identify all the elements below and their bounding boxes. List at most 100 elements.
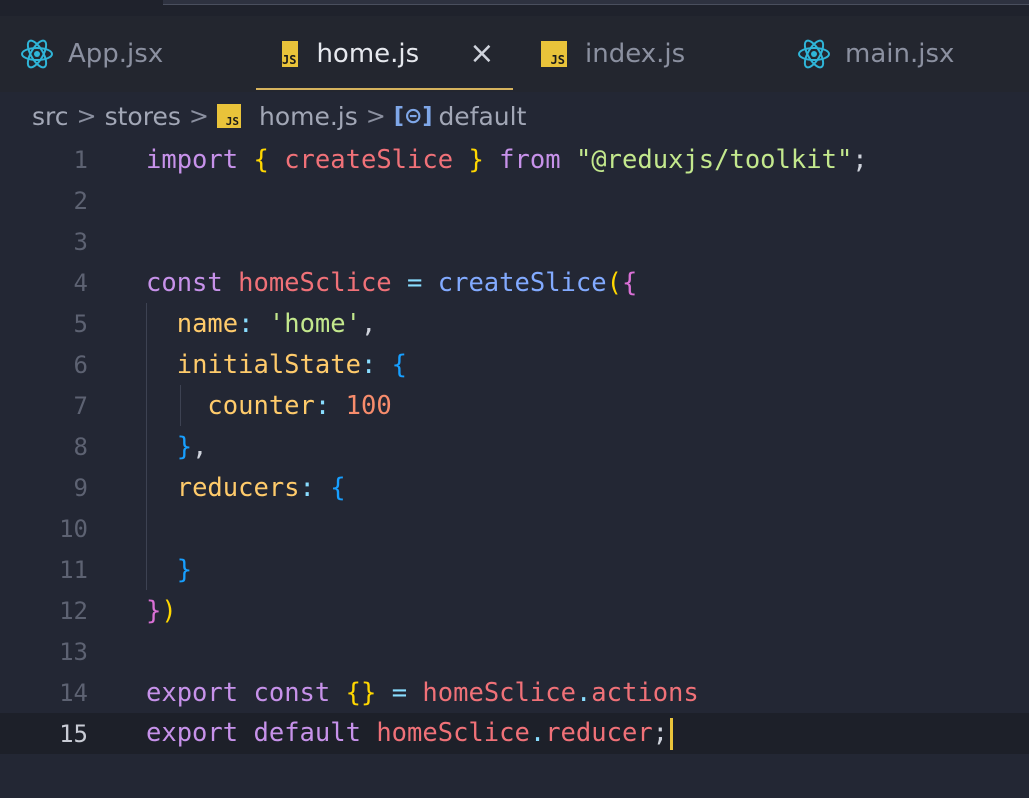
code-token: "@reduxjs/toolkit"	[575, 144, 853, 175]
line-number: 10	[59, 514, 88, 543]
tab-index-js[interactable]: JS index.js	[541, 16, 685, 92]
line-number: 13	[59, 637, 88, 666]
code-token: initialState	[176, 349, 361, 380]
code-text: })	[146, 596, 177, 626]
chevron-right-icon: >	[365, 102, 386, 130]
line-number: 5	[73, 309, 88, 338]
line-number: 14	[59, 678, 88, 707]
code-token: const	[253, 677, 331, 708]
code-token: :	[299, 472, 315, 503]
code-line[interactable]: 8 },	[0, 426, 1029, 467]
code-line[interactable]: 3	[0, 221, 1029, 262]
code-token: homeSclice	[376, 717, 530, 748]
breadcrumb: src > stores > JS home.js > [⊝] default	[0, 92, 1029, 140]
code-token: ;	[852, 144, 868, 175]
code-token: default	[253, 717, 361, 748]
code-token: }	[176, 554, 193, 585]
line-number: 7	[73, 391, 88, 420]
code-text: const homeSclice = createSlice({	[146, 268, 637, 298]
code-line[interactable]: 9 reducers: {	[0, 467, 1029, 508]
line-number: 3	[73, 227, 88, 256]
code-token: {	[391, 349, 408, 380]
code-token: reducer	[545, 717, 653, 748]
code-token: createSlice	[284, 144, 454, 175]
code-token: .	[575, 677, 592, 708]
code-token: counter	[207, 390, 315, 421]
tab-label: home.js	[316, 39, 420, 69]
breadcrumb-file[interactable]: home.js	[259, 102, 358, 131]
line-number: 12	[59, 596, 88, 625]
line-number: 15	[59, 719, 88, 748]
breadcrumb-symbol[interactable]: default	[438, 102, 526, 131]
code-token: )	[161, 595, 177, 626]
line-number: 8	[73, 432, 88, 461]
code-line[interactable]: 5 name: 'home',	[0, 303, 1029, 344]
window-top-strip	[0, 0, 1029, 16]
code-line[interactable]: 14 export const {} = homeSclice.actions	[0, 672, 1029, 713]
code-token: 100	[345, 390, 392, 421]
code-token: createSlice	[437, 267, 607, 298]
code-line[interactable]: 12})	[0, 590, 1029, 631]
code-line[interactable]: 13	[0, 631, 1029, 672]
tab-app-jsx[interactable]: App.jsx	[20, 16, 163, 92]
breadcrumb-stores[interactable]: stores	[105, 102, 181, 131]
code-line[interactable]: 4 const homeSclice = createSlice({	[0, 262, 1029, 303]
code-line[interactable]: 10	[0, 508, 1029, 549]
breadcrumb-src[interactable]: src	[32, 102, 69, 131]
tab-home-js[interactable]: JS home.js ×	[256, 16, 513, 92]
line-number: 6	[73, 350, 88, 379]
close-icon[interactable]: ×	[469, 39, 494, 69]
code-editor[interactable]: 1 import { createSlice } from "@reduxjs/t…	[0, 139, 1029, 754]
code-token: :	[360, 349, 377, 380]
code-token: }	[468, 144, 484, 175]
code-token: }	[146, 595, 162, 626]
js-icon: JS	[216, 104, 241, 128]
code-token: import	[146, 144, 239, 175]
code-text: }	[146, 555, 192, 585]
code-token: {}	[345, 677, 377, 708]
line-number: 11	[59, 555, 88, 584]
code-line[interactable]: 15 export default homeSclice.reducer;	[0, 713, 1029, 754]
code-token: {	[621, 267, 638, 298]
code-token: {	[253, 144, 269, 175]
line-number: 9	[73, 473, 88, 502]
code-token: ,	[360, 308, 377, 339]
code-token: :	[314, 390, 331, 421]
code-token: :	[238, 308, 254, 339]
code-line[interactable]: 6 initialState: {	[0, 344, 1029, 385]
chevron-right-icon: >	[76, 102, 97, 130]
code-token: ;	[652, 717, 669, 748]
code-text: counter: 100	[146, 390, 392, 421]
code-token: ,	[192, 431, 208, 462]
code-token: {	[330, 472, 346, 503]
code-line[interactable]: 2	[0, 180, 1029, 221]
code-line[interactable]: 1 import { createSlice } from "@reduxjs/t…	[0, 139, 1029, 180]
code-line[interactable]: 11 }	[0, 549, 1029, 590]
code-token: }	[176, 431, 193, 462]
chevron-right-icon: >	[188, 102, 209, 130]
tab-label: index.js	[585, 39, 686, 69]
code-text: import { createSlice } from "@reduxjs/to…	[146, 145, 868, 175]
code-token: .	[529, 717, 546, 748]
code-token: 'home'	[268, 308, 361, 339]
tab-main-jsx[interactable]: main.jsx	[797, 16, 954, 92]
code-line[interactable]: 7 counter: 100	[0, 385, 1029, 426]
code-token: reducers	[176, 472, 300, 503]
tab-label: App.jsx	[68, 39, 164, 69]
